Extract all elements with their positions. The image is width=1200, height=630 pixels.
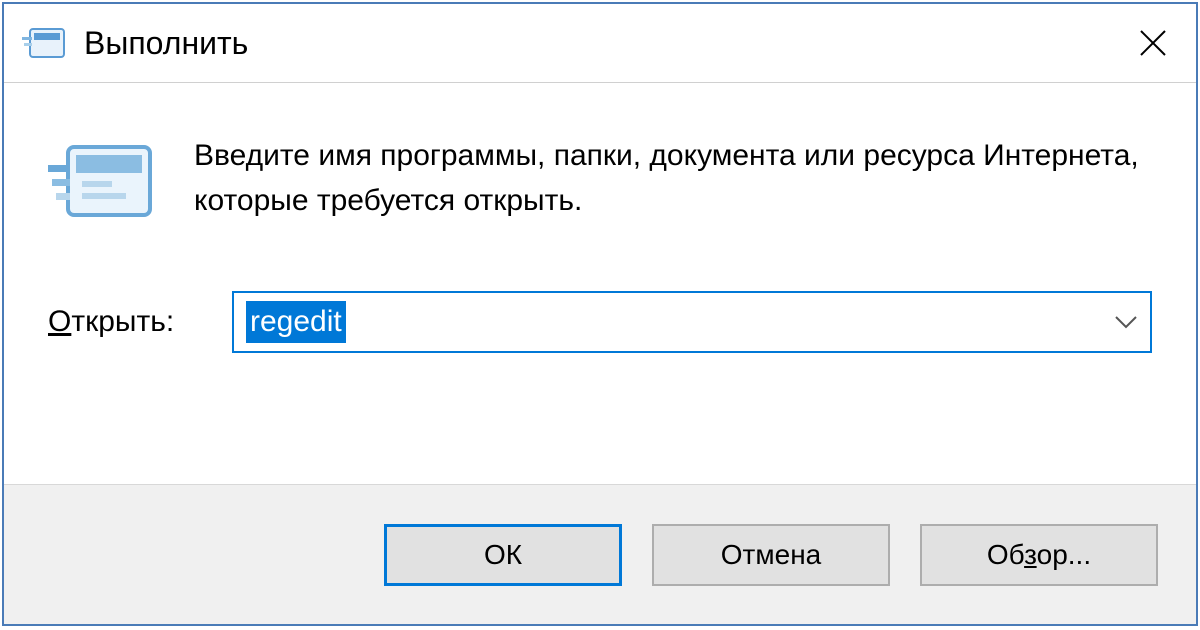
ok-button-label: ОК bbox=[484, 539, 522, 571]
open-label-text: ткрыть: bbox=[71, 305, 174, 338]
browse-button[interactable]: Обзор... bbox=[920, 524, 1158, 586]
combobox-dropdown-button[interactable] bbox=[1114, 315, 1138, 329]
cancel-button-label: Отмена bbox=[721, 539, 821, 571]
content-area: Введите имя программы, папки, документа … bbox=[4, 83, 1196, 484]
open-label: Открыть: bbox=[48, 305, 198, 339]
open-input[interactable] bbox=[232, 291, 1152, 353]
input-row: Открыть: regedit bbox=[48, 291, 1152, 353]
open-combobox[interactable]: regedit bbox=[232, 291, 1152, 353]
window-title: Выполнить bbox=[84, 25, 1128, 62]
titlebar: Выполнить bbox=[4, 4, 1196, 82]
run-icon-large bbox=[48, 137, 156, 227]
cancel-button[interactable]: Отмена bbox=[652, 524, 890, 586]
browse-button-label: Обзор... bbox=[987, 539, 1091, 571]
description-text: Введите имя программы, папки, документа … bbox=[194, 131, 1152, 223]
close-button[interactable] bbox=[1128, 18, 1178, 68]
description-row: Введите имя программы, папки, документа … bbox=[48, 131, 1152, 227]
ok-button[interactable]: ОК bbox=[384, 524, 622, 586]
close-icon bbox=[1139, 29, 1167, 57]
run-dialog: Выполнить Введите имя прогр bbox=[2, 2, 1198, 626]
button-footer: ОК Отмена Обзор... bbox=[4, 484, 1196, 624]
open-label-accelerator: О bbox=[48, 305, 71, 338]
chevron-down-icon bbox=[1114, 315, 1138, 329]
run-icon-small bbox=[22, 25, 66, 61]
